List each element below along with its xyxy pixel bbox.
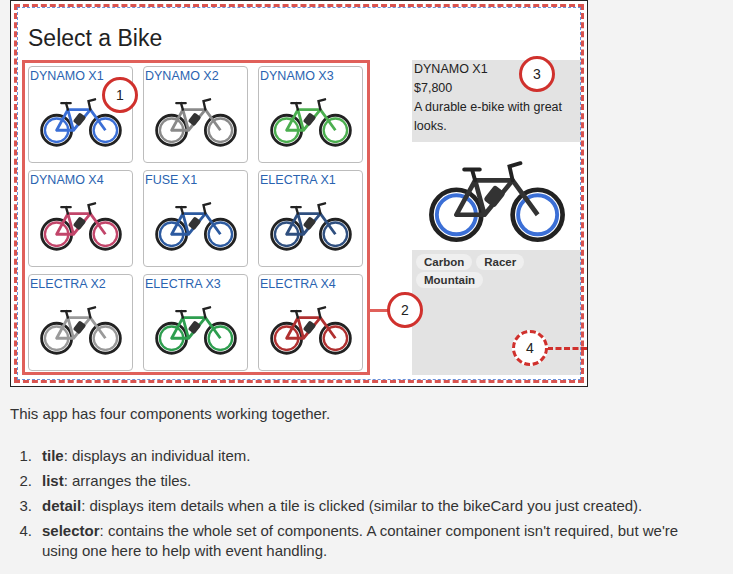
tile-name: FUSE X1 <box>144 171 199 187</box>
component-item: 1.tile: displays an individual item. <box>10 446 723 466</box>
callout-line <box>547 347 587 350</box>
bike-icon <box>265 193 357 253</box>
bike-icon <box>265 297 357 357</box>
callout-line <box>369 309 389 312</box>
tile-name: DYNAMO X1 <box>29 67 106 83</box>
component-item: 4.selector: contains the whole set of co… <box>10 521 723 561</box>
tile[interactable]: ELECTRA X2 <box>28 274 133 371</box>
tile-name: DYNAMO X2 <box>144 67 221 83</box>
tile-name: ELECTRA X4 <box>259 275 338 291</box>
callout-detail: 3 <box>519 56 555 92</box>
app-title: Select a Bike <box>17 7 581 58</box>
tag-list: CarbonRacer Mountain <box>412 250 581 292</box>
detail-price: $7,800 <box>414 79 579 98</box>
tile[interactable]: DYNAMO X2 <box>143 66 248 163</box>
tile-name: ELECTRA X3 <box>144 275 223 291</box>
component-list: 1.tile: displays an individual item.2.li… <box>10 446 723 561</box>
component-item: 3.detail: displays item details when a t… <box>10 496 723 516</box>
bike-icon <box>150 89 242 149</box>
tile[interactable]: DYNAMO X3 <box>258 66 363 163</box>
tile-name: DYNAMO X4 <box>29 171 106 187</box>
detail-component: DYNAMO X1$7,800A durable e-bike with gre… <box>412 60 581 375</box>
detail-description: A durable e-bike with great looks. <box>414 98 579 136</box>
bike-icon <box>422 146 572 246</box>
detail-info: DYNAMO X1$7,800A durable e-bike with gre… <box>412 60 581 136</box>
bike-icon <box>35 297 127 357</box>
tag: Racer <box>476 254 524 270</box>
tile[interactable]: ELECTRA X3 <box>143 274 248 371</box>
tile[interactable]: ELECTRA X1 <box>258 170 363 267</box>
selector-body: DYNAMO X1 DYNAMO X2 DYNAMO X3 DYNAMO X4 FUSE… <box>17 58 581 375</box>
item-number: 2. <box>10 471 42 491</box>
item-number: 1. <box>10 446 42 466</box>
item-number: 4. <box>10 521 42 561</box>
tile[interactable]: ELECTRA X4 <box>258 274 363 371</box>
list-component: DYNAMO X1 DYNAMO X2 DYNAMO X3 DYNAMO X4 FUSE… <box>22 60 370 375</box>
bike-icon <box>150 193 242 253</box>
item-text: list: arranges the tiles. <box>42 471 191 491</box>
bike-icon <box>35 193 127 253</box>
item-text: tile: displays an individual item. <box>42 446 250 466</box>
selector-component: Select a Bike DYNAMO X1 DYNAMO X2 DYNAMO X3… <box>14 4 584 383</box>
item-number: 3. <box>10 496 42 516</box>
bike-icon <box>150 297 242 357</box>
tag: Carbon <box>416 254 472 270</box>
tile-name: DYNAMO X3 <box>259 67 336 83</box>
item-text: selector: contains the whole set of comp… <box>42 521 712 561</box>
callout-list: 2 <box>387 292 423 328</box>
component-item: 2.list: arranges the tiles. <box>10 471 723 491</box>
bike-icon <box>265 89 357 149</box>
tag: Mountain <box>416 272 483 288</box>
tile[interactable]: FUSE X1 <box>143 170 248 267</box>
callout-tile: 1 <box>102 77 138 113</box>
item-text: detail: displays item details when a til… <box>42 496 642 516</box>
tile-name: ELECTRA X1 <box>259 171 338 187</box>
tile[interactable]: DYNAMO X4 <box>28 170 133 267</box>
screenshot-figure: Select a Bike DYNAMO X1 DYNAMO X2 DYNAMO X3… <box>10 0 588 387</box>
caption: This app has four components working tog… <box>10 405 723 422</box>
tile-name: ELECTRA X2 <box>29 275 108 291</box>
detail-image <box>412 142 581 250</box>
page: Select a Bike DYNAMO X1 DYNAMO X2 DYNAMO X3… <box>0 0 733 574</box>
callout-selector: 4 <box>512 330 548 366</box>
